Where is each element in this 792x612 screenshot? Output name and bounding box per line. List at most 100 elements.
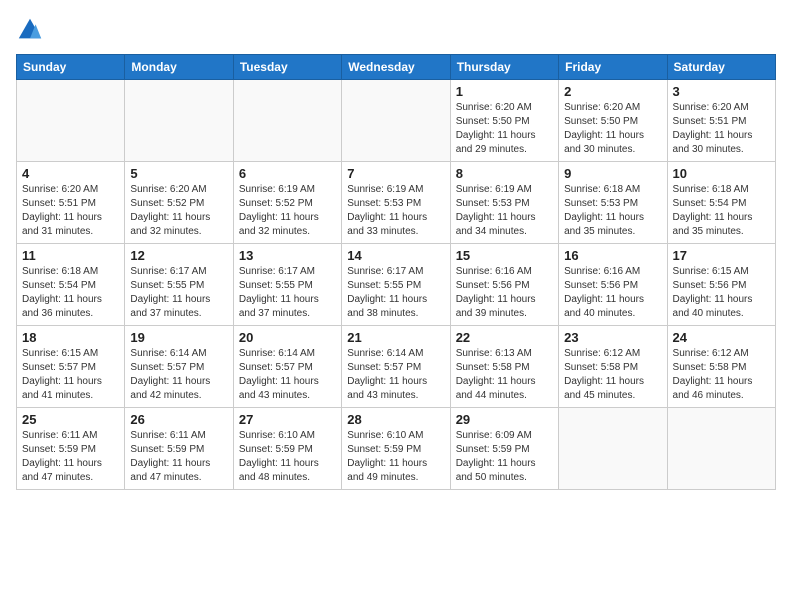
day-cell: 25 Sunrise: 6:11 AM Sunset: 5:59 PM Dayli… [17,408,125,490]
day-cell: 3Sunrise: 6:20 AM Sunset: 5:51 PM Daylig… [667,80,775,162]
day-number: 19 [130,330,227,345]
day-number: 25 [22,412,119,427]
week-row-3: 18 Sunrise: 6:15 AM Sunset: 5:57 PM Dayli… [17,326,776,408]
day-number: 29 [456,412,553,427]
day-cell [233,80,341,162]
week-row-4: 25 Sunrise: 6:11 AM Sunset: 5:59 PM Dayli… [17,408,776,490]
day-number: 15 [456,248,553,263]
day-info: Sunrise: 6:16 AM Sunset: 5:56 PM Dayligh… [456,265,553,321]
day-info: Sunrise: 6:15 AM Sunset: 5:57 PM Dayligh… [22,347,119,403]
day-cell: 16Sunrise: 6:16 AM Sunset: 5:56 PM Dayli… [559,244,667,326]
day-number: 4 [22,166,119,181]
day-info: Sunrise: 6:11 AM Sunset: 5:59 PM Dayligh… [130,429,227,485]
day-cell: 19 Sunrise: 6:14 AM Sunset: 5:57 PM Dayli… [125,326,233,408]
day-cell: 2 Sunrise: 6:20 AM Sunset: 5:50 PM Daylig… [559,80,667,162]
logo-icon [16,16,44,44]
day-info: Sunrise: 6:12 AM Sunset: 5:58 PM Dayligh… [564,347,661,403]
day-info: Sunrise: 6:13 AM Sunset: 5:58 PM Dayligh… [456,347,553,403]
page-header [16,16,776,44]
day-info: Sunrise: 6:20 AM Sunset: 5:52 PM Dayligh… [130,183,227,239]
day-info: Sunrise: 6:18 AM Sunset: 5:53 PM Dayligh… [564,183,661,239]
day-cell [17,80,125,162]
day-cell: 17 Sunrise: 6:15 AM Sunset: 5:56 PM Dayli… [667,244,775,326]
day-info: Sunrise: 6:18 AM Sunset: 5:54 PM Dayligh… [22,265,119,321]
day-cell: 7 Sunrise: 6:19 AM Sunset: 5:53 PM Daylig… [342,162,450,244]
header-monday: Monday [125,55,233,80]
day-cell: 18 Sunrise: 6:15 AM Sunset: 5:57 PM Dayli… [17,326,125,408]
day-cell: 27 Sunrise: 6:10 AM Sunset: 5:59 PM Dayli… [233,408,341,490]
day-cell: 28 Sunrise: 6:10 AM Sunset: 5:59 PM Dayli… [342,408,450,490]
day-info: Sunrise: 6:10 AM Sunset: 5:59 PM Dayligh… [347,429,444,485]
day-cell: 12Sunrise: 6:17 AM Sunset: 5:55 PM Dayli… [125,244,233,326]
day-info: Sunrise: 6:20 AM Sunset: 5:51 PM Dayligh… [673,101,770,157]
day-info: Sunrise: 6:14 AM Sunset: 5:57 PM Dayligh… [130,347,227,403]
day-number: 18 [22,330,119,345]
day-info: Sunrise: 6:20 AM Sunset: 5:51 PM Dayligh… [22,183,119,239]
day-info: Sunrise: 6:19 AM Sunset: 5:53 PM Dayligh… [347,183,444,239]
day-info: Sunrise: 6:20 AM Sunset: 5:50 PM Dayligh… [456,101,553,157]
day-cell: 21Sunrise: 6:14 AM Sunset: 5:57 PM Dayli… [342,326,450,408]
day-number: 7 [347,166,444,181]
day-number: 6 [239,166,336,181]
day-cell: 22 Sunrise: 6:13 AM Sunset: 5:58 PM Dayli… [450,326,558,408]
day-cell [342,80,450,162]
header-row: SundayMondayTuesdayWednesdayThursdayFrid… [17,55,776,80]
day-number: 14 [347,248,444,263]
day-cell: 11 Sunrise: 6:18 AM Sunset: 5:54 PM Dayli… [17,244,125,326]
calendar-header: SundayMondayTuesdayWednesdayThursdayFrid… [17,55,776,80]
day-info: Sunrise: 6:12 AM Sunset: 5:58 PM Dayligh… [673,347,770,403]
day-number: 17 [673,248,770,263]
day-number: 13 [239,248,336,263]
day-cell [559,408,667,490]
day-cell: 23Sunrise: 6:12 AM Sunset: 5:58 PM Dayli… [559,326,667,408]
header-saturday: Saturday [667,55,775,80]
day-cell [667,408,775,490]
day-info: Sunrise: 6:19 AM Sunset: 5:53 PM Dayligh… [456,183,553,239]
day-number: 12 [130,248,227,263]
day-cell: 14 Sunrise: 6:17 AM Sunset: 5:55 PM Dayli… [342,244,450,326]
day-number: 24 [673,330,770,345]
header-sunday: Sunday [17,55,125,80]
day-number: 10 [673,166,770,181]
day-info: Sunrise: 6:09 AM Sunset: 5:59 PM Dayligh… [456,429,553,485]
week-row-1: 4 Sunrise: 6:20 AM Sunset: 5:51 PM Daylig… [17,162,776,244]
day-info: Sunrise: 6:10 AM Sunset: 5:59 PM Dayligh… [239,429,336,485]
day-number: 2 [564,84,661,99]
day-number: 11 [22,248,119,263]
day-cell: 20Sunrise: 6:14 AM Sunset: 5:57 PM Dayli… [233,326,341,408]
day-info: Sunrise: 6:18 AM Sunset: 5:54 PM Dayligh… [673,183,770,239]
week-row-0: 1 Sunrise: 6:20 AM Sunset: 5:50 PM Daylig… [17,80,776,162]
day-number: 9 [564,166,661,181]
day-number: 8 [456,166,553,181]
day-cell: 13Sunrise: 6:17 AM Sunset: 5:55 PM Dayli… [233,244,341,326]
day-cell [125,80,233,162]
day-info: Sunrise: 6:15 AM Sunset: 5:56 PM Dayligh… [673,265,770,321]
day-cell: 24 Sunrise: 6:12 AM Sunset: 5:58 PM Dayli… [667,326,775,408]
day-info: Sunrise: 6:16 AM Sunset: 5:56 PM Dayligh… [564,265,661,321]
day-cell: 5 Sunrise: 6:20 AM Sunset: 5:52 PM Daylig… [125,162,233,244]
day-cell: 1 Sunrise: 6:20 AM Sunset: 5:50 PM Daylig… [450,80,558,162]
day-cell: 4 Sunrise: 6:20 AM Sunset: 5:51 PM Daylig… [17,162,125,244]
calendar: SundayMondayTuesdayWednesdayThursdayFrid… [16,54,776,490]
header-tuesday: Tuesday [233,55,341,80]
day-number: 22 [456,330,553,345]
day-cell: 26 Sunrise: 6:11 AM Sunset: 5:59 PM Dayli… [125,408,233,490]
day-number: 26 [130,412,227,427]
week-row-2: 11 Sunrise: 6:18 AM Sunset: 5:54 PM Dayli… [17,244,776,326]
day-number: 27 [239,412,336,427]
day-info: Sunrise: 6:14 AM Sunset: 5:57 PM Dayligh… [347,347,444,403]
day-number: 20 [239,330,336,345]
header-friday: Friday [559,55,667,80]
day-info: Sunrise: 6:20 AM Sunset: 5:50 PM Dayligh… [564,101,661,157]
day-info: Sunrise: 6:17 AM Sunset: 5:55 PM Dayligh… [347,265,444,321]
day-info: Sunrise: 6:19 AM Sunset: 5:52 PM Dayligh… [239,183,336,239]
day-cell: 9 Sunrise: 6:18 AM Sunset: 5:53 PM Daylig… [559,162,667,244]
day-number: 28 [347,412,444,427]
day-cell: 6 Sunrise: 6:19 AM Sunset: 5:52 PM Daylig… [233,162,341,244]
day-number: 1 [456,84,553,99]
logo [16,16,48,44]
day-info: Sunrise: 6:11 AM Sunset: 5:59 PM Dayligh… [22,429,119,485]
day-cell: 10 Sunrise: 6:18 AM Sunset: 5:54 PM Dayli… [667,162,775,244]
day-cell: 29 Sunrise: 6:09 AM Sunset: 5:59 PM Dayli… [450,408,558,490]
day-number: 5 [130,166,227,181]
